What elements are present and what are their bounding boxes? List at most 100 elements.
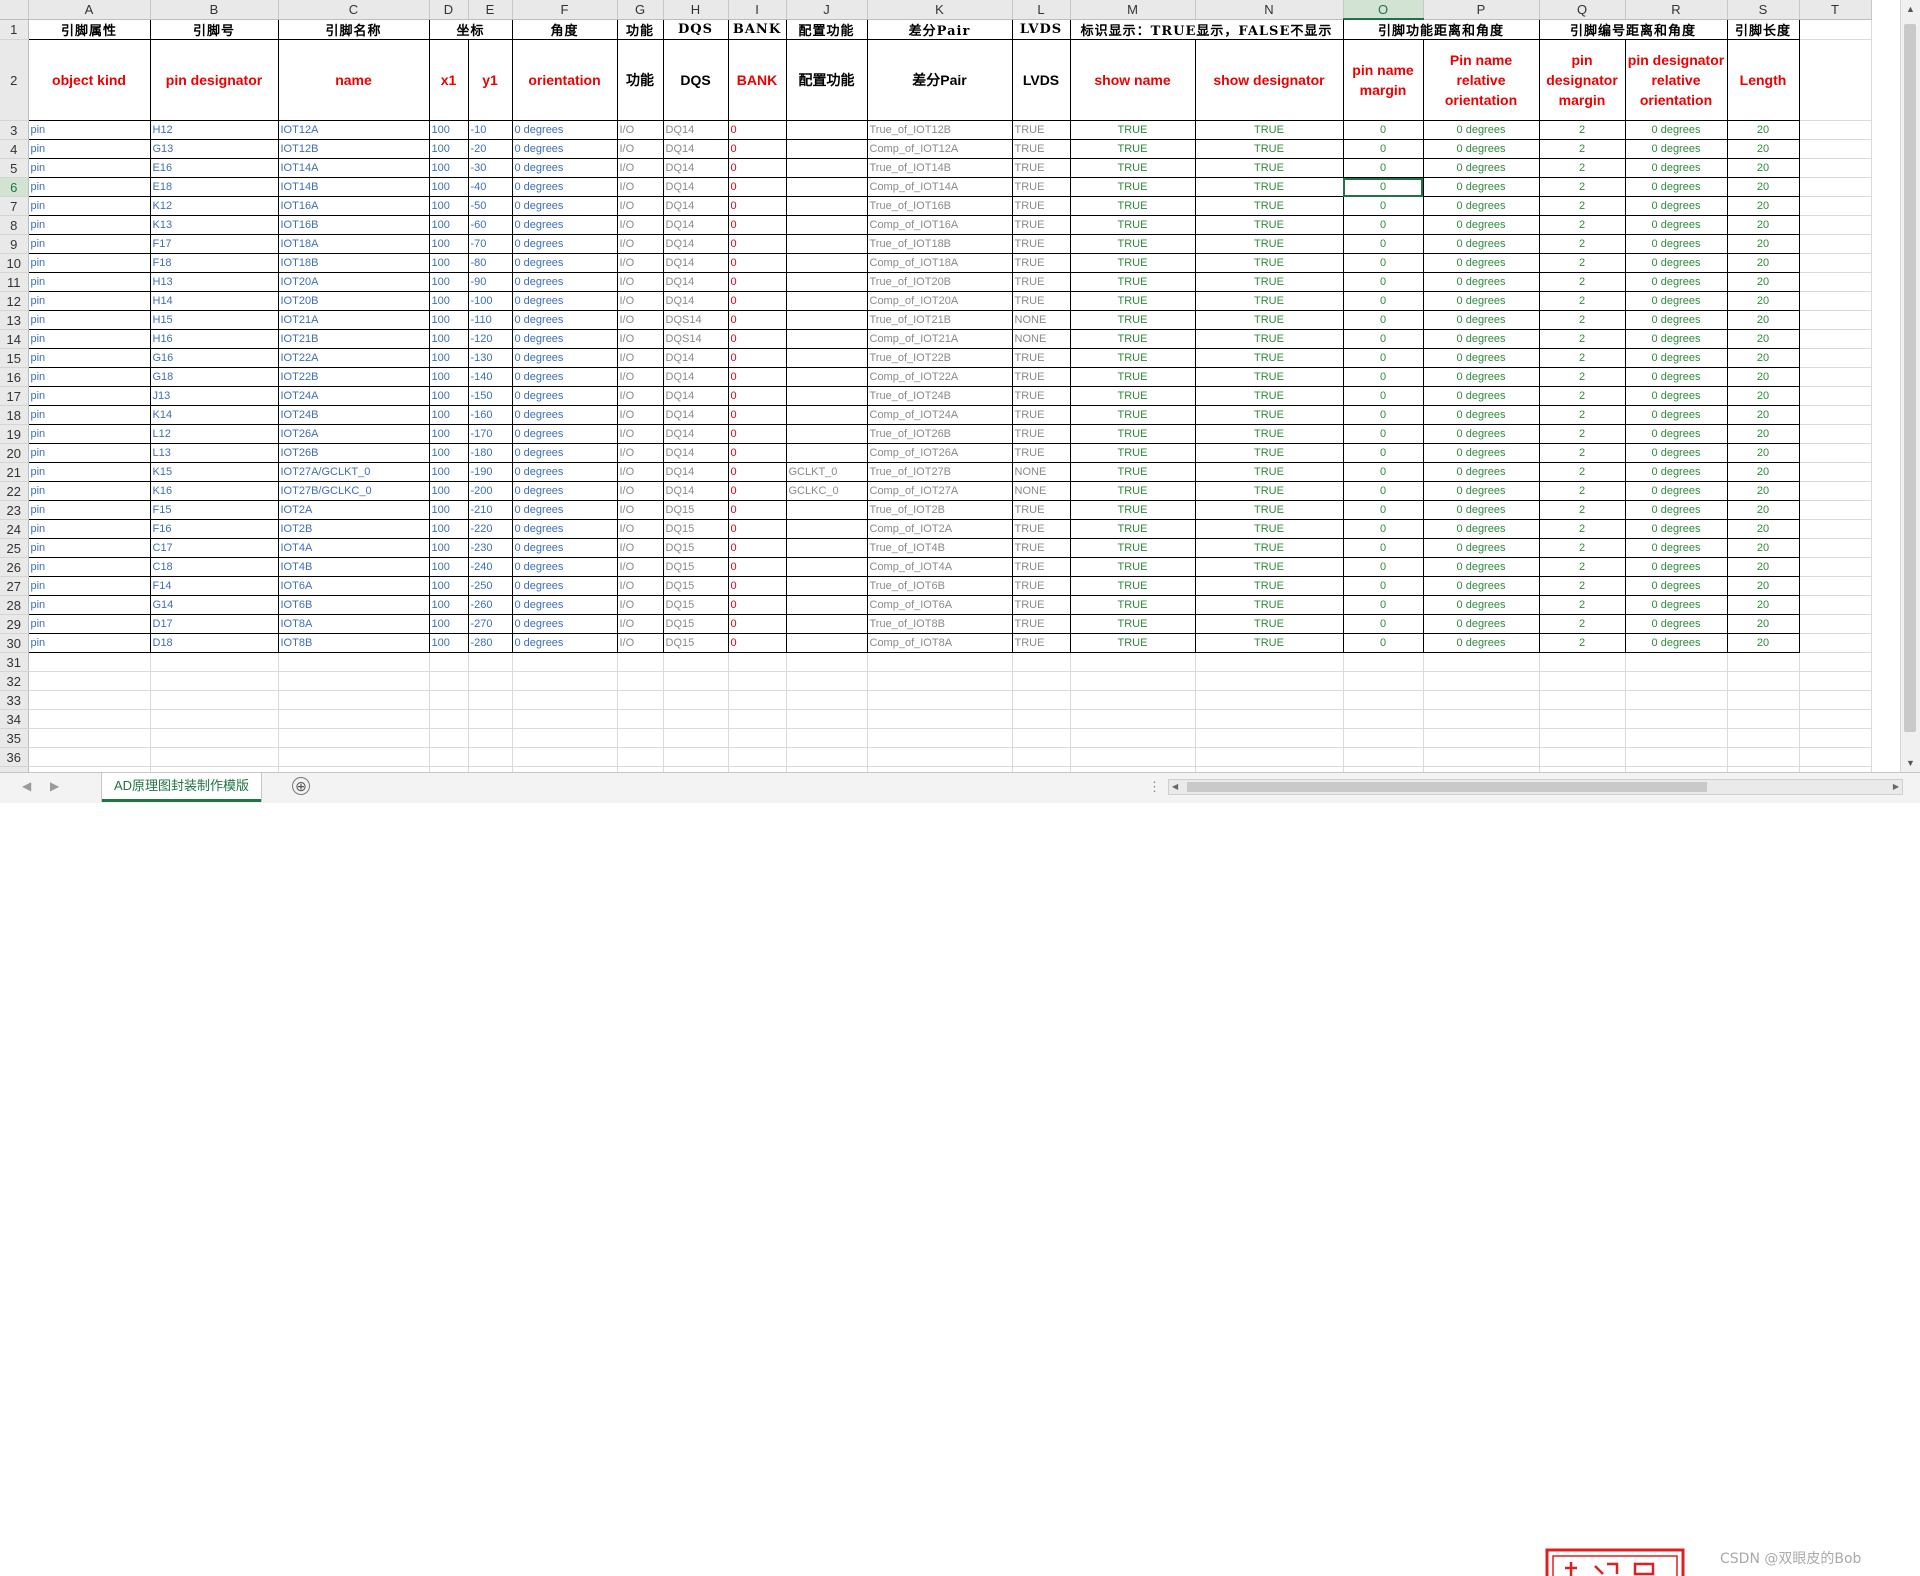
data-cell[interactable]: Comp_of_IOT27A bbox=[867, 481, 1013, 501]
data-cell[interactable]: pin bbox=[28, 253, 151, 273]
empty-cell[interactable] bbox=[1539, 690, 1626, 710]
empty-cell[interactable] bbox=[1625, 652, 1728, 672]
data-cell[interactable]: 2 bbox=[1539, 462, 1626, 482]
row-header[interactable]: 34 bbox=[0, 709, 29, 729]
empty-cell[interactable] bbox=[429, 747, 469, 767]
data-cell[interactable]: IOT27B/GCLKC_0 bbox=[278, 481, 430, 501]
empty-cell[interactable] bbox=[617, 728, 664, 748]
data-cell[interactable]: 0 degrees bbox=[512, 120, 618, 140]
data-cell[interactable]: TRUE bbox=[1012, 234, 1071, 254]
empty-cell[interactable] bbox=[1799, 728, 1872, 748]
empty-cell[interactable] bbox=[1012, 652, 1071, 672]
data-cell[interactable]: 20 bbox=[1727, 120, 1800, 140]
data-cell[interactable]: 0 degrees bbox=[512, 633, 618, 653]
empty-cell[interactable] bbox=[728, 747, 787, 767]
data-cell[interactable]: IOT4B bbox=[278, 557, 430, 577]
data-cell[interactable]: 0 bbox=[728, 443, 787, 463]
data-cell[interactable]: 100 bbox=[429, 139, 469, 159]
data-cell[interactable]: 0 degrees bbox=[1625, 215, 1728, 235]
data-cell[interactable]: 0 bbox=[1343, 386, 1424, 406]
empty-cell[interactable] bbox=[512, 671, 618, 691]
empty-cell[interactable] bbox=[150, 690, 279, 710]
empty-cell[interactable] bbox=[1343, 747, 1424, 767]
data-cell[interactable]: TRUE bbox=[1070, 443, 1196, 463]
column-header-r[interactable]: R bbox=[1625, 0, 1728, 20]
data-cell[interactable]: 0 degrees bbox=[512, 424, 618, 444]
data-cell[interactable]: TRUE bbox=[1012, 348, 1071, 368]
empty-cell[interactable] bbox=[28, 690, 151, 710]
header-group-cell[interactable]: 角度 bbox=[512, 19, 618, 40]
data-cell[interactable]: 20 bbox=[1727, 538, 1800, 558]
data-cell[interactable]: F18 bbox=[150, 253, 279, 273]
data-cell[interactable] bbox=[786, 253, 868, 273]
column-header-g[interactable]: G bbox=[617, 0, 664, 20]
data-cell[interactable]: Comp_of_IOT4A bbox=[867, 557, 1013, 577]
data-cell[interactable]: DQ14 bbox=[663, 139, 729, 159]
data-cell[interactable]: 100 bbox=[429, 557, 469, 577]
data-cell[interactable]: TRUE bbox=[1195, 614, 1344, 634]
column-header-s[interactable]: S bbox=[1727, 0, 1800, 20]
empty-cell[interactable] bbox=[1343, 690, 1424, 710]
data-cell[interactable]: IOT18A bbox=[278, 234, 430, 254]
data-cell[interactable]: DQ14 bbox=[663, 424, 729, 444]
data-cell[interactable]: 0 bbox=[728, 519, 787, 539]
data-cell[interactable]: 0 degrees bbox=[512, 519, 618, 539]
data-cell[interactable]: 0 bbox=[728, 215, 787, 235]
data-cell[interactable]: 0 degrees bbox=[512, 348, 618, 368]
row-header[interactable]: 33 bbox=[0, 690, 29, 710]
empty-cell[interactable] bbox=[1799, 747, 1872, 767]
data-cell[interactable]: H15 bbox=[150, 310, 279, 330]
data-cell[interactable]: 0 bbox=[728, 367, 787, 387]
data-cell[interactable]: TRUE bbox=[1012, 177, 1071, 197]
data-cell[interactable]: TRUE bbox=[1070, 348, 1196, 368]
data-cell[interactable] bbox=[786, 196, 868, 216]
empty-cell[interactable] bbox=[1539, 728, 1626, 748]
data-cell[interactable]: -200 bbox=[468, 481, 513, 501]
data-cell[interactable]: 0 bbox=[728, 405, 787, 425]
data-cell[interactable]: 0 bbox=[728, 196, 787, 216]
data-cell[interactable]: TRUE bbox=[1070, 196, 1196, 216]
data-cell[interactable]: IOT20A bbox=[278, 272, 430, 292]
data-cell[interactable]: IOT8A bbox=[278, 614, 430, 634]
empty-cell[interactable] bbox=[867, 747, 1013, 767]
empty-cell[interactable] bbox=[1727, 728, 1800, 748]
data-cell[interactable]: 20 bbox=[1727, 329, 1800, 349]
data-cell[interactable] bbox=[786, 348, 868, 368]
row-header[interactable]: 11 bbox=[0, 272, 29, 292]
empty-cell[interactable] bbox=[867, 690, 1013, 710]
data-cell[interactable]: 0 bbox=[1343, 443, 1424, 463]
data-cell[interactable]: 0 bbox=[1343, 405, 1424, 425]
data-cell[interactable]: pin bbox=[28, 538, 151, 558]
row-header[interactable]: 12 bbox=[0, 291, 29, 311]
data-cell[interactable]: pin bbox=[28, 595, 151, 615]
data-cell[interactable]: pin bbox=[28, 177, 151, 197]
row-header[interactable]: 13 bbox=[0, 310, 29, 330]
data-cell[interactable] bbox=[1799, 614, 1872, 634]
data-cell[interactable]: TRUE bbox=[1195, 633, 1344, 653]
spreadsheet-grid-area[interactable]: A B C D E F G H I J K L M N O P Q R S T 1 引脚属性 引脚号 引脚名称 坐标 角度 功能 DQ… bbox=[0, 0, 1900, 772]
empty-cell[interactable] bbox=[786, 747, 868, 767]
data-cell[interactable] bbox=[786, 443, 868, 463]
data-cell[interactable]: 0 degrees bbox=[1625, 329, 1728, 349]
row-header[interactable]: 19 bbox=[0, 424, 29, 444]
data-cell[interactable]: 0 bbox=[1343, 538, 1424, 558]
data-cell[interactable]: I/O bbox=[617, 139, 664, 159]
row-header[interactable]: 28 bbox=[0, 595, 29, 615]
data-cell[interactable]: TRUE bbox=[1012, 139, 1071, 159]
field-header-cell[interactable]: pin designator relative orientation bbox=[1625, 39, 1728, 121]
row-header[interactable]: 36 bbox=[0, 747, 29, 767]
data-cell[interactable]: 0 bbox=[728, 177, 787, 197]
data-cell[interactable] bbox=[786, 386, 868, 406]
data-cell[interactable]: 2 bbox=[1539, 633, 1626, 653]
empty-cell[interactable] bbox=[786, 652, 868, 672]
data-cell[interactable]: D18 bbox=[150, 633, 279, 653]
data-cell[interactable]: GCLKC_0 bbox=[786, 481, 868, 501]
data-cell[interactable]: I/O bbox=[617, 177, 664, 197]
data-cell[interactable]: TRUE bbox=[1070, 291, 1196, 311]
empty-cell[interactable] bbox=[663, 652, 729, 672]
data-cell[interactable]: 0 bbox=[728, 310, 787, 330]
data-cell[interactable]: DQ14 bbox=[663, 196, 729, 216]
data-cell[interactable]: TRUE bbox=[1012, 386, 1071, 406]
data-cell[interactable]: NONE bbox=[1012, 462, 1071, 482]
data-cell[interactable]: Comp_of_IOT14A bbox=[867, 177, 1013, 197]
